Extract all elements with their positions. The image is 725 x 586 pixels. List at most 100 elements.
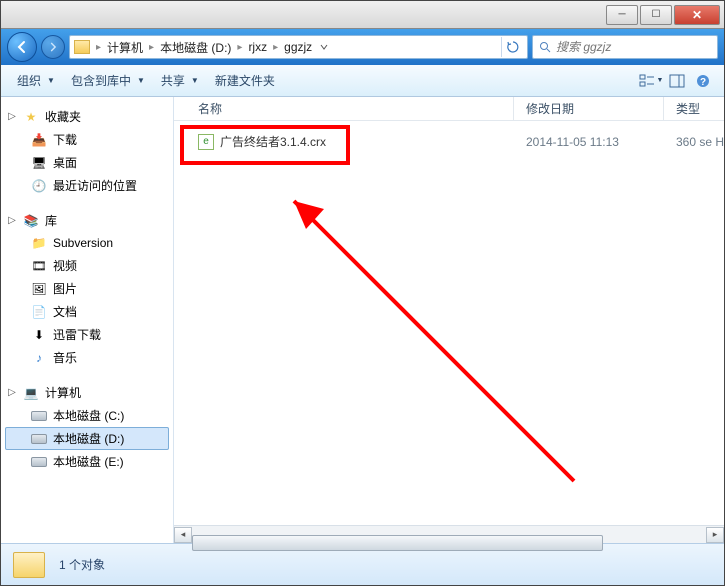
collapse-icon[interactable]: ▷ (7, 387, 17, 398)
tree-item-drive-d[interactable]: 本地磁盘 (D:) (5, 427, 169, 450)
tree-item-documents[interactable]: 📄 文档 (5, 300, 169, 323)
collapse-icon[interactable]: ▷ (7, 111, 17, 122)
computer-label: 计算机 (45, 384, 81, 401)
include-in-library-menu[interactable]: 包含到库中▼ (63, 68, 153, 93)
view-icon (639, 74, 655, 88)
disk-icon (31, 457, 47, 467)
tree-item-label: 最近访问的位置 (53, 177, 137, 194)
chevron-down-icon: ▼ (657, 77, 664, 84)
share-menu[interactable]: 共享 ▼ (153, 68, 207, 93)
computer-group: ▷ 💻 计算机 本地磁盘 (C:) 本地磁盘 (D:) 本地磁盘 (E:) (5, 381, 169, 473)
tree-item-label: 桌面 (53, 154, 77, 171)
disk-icon (31, 434, 47, 444)
folder-icon (74, 40, 90, 54)
pictures-icon: 🖼 (31, 281, 47, 297)
preview-pane-icon (669, 74, 685, 88)
organize-menu[interactable]: 组织 ▼ (9, 68, 63, 93)
library-icon: 📚 (23, 213, 39, 229)
command-toolbar: 组织 ▼ 包含到库中▼ 共享 ▼ 新建文件夹 ▼ ? (1, 65, 724, 97)
search-icon (537, 39, 552, 55)
thunder-icon: ⬇ (31, 327, 47, 343)
documents-icon: 📄 (31, 304, 47, 320)
scroll-right-button[interactable]: ▸ (706, 527, 724, 543)
search-box[interactable] (532, 35, 718, 59)
file-list-pane: 名称 修改日期 类型 e 广告终结者3.1.4.crx 2014-11-05 1… (174, 97, 724, 543)
address-bar[interactable]: ▸ 计算机 ▸ 本地磁盘 (D:) ▸ rjxz ▸ ggzjz (69, 35, 528, 59)
navigation-pane[interactable]: ▷ ★ 收藏夹 📥 下载 🖥 桌面 🕘 最近访问的位置 ▷ 📚 库 📁Subversi… (1, 97, 174, 543)
help-button[interactable]: ? (690, 70, 716, 92)
tree-item-recent[interactable]: 🕘 最近访问的位置 (5, 174, 169, 197)
chevron-down-icon: ▼ (191, 76, 199, 85)
tree-item-label: 视频 (53, 257, 77, 274)
star-icon: ★ (23, 109, 39, 125)
tree-item-downloads[interactable]: 📥 下载 (5, 128, 169, 151)
preview-pane-button[interactable] (664, 70, 690, 92)
scroll-thumb[interactable] (192, 535, 603, 551)
crx-file-icon: e (198, 134, 214, 150)
tree-item-label: 音乐 (53, 349, 77, 366)
tree-item-label: 下载 (53, 131, 77, 148)
subversion-icon: 📁 (31, 235, 47, 251)
tree-item-music[interactable]: ♪音乐 (5, 346, 169, 369)
videos-icon: 🎞 (31, 258, 47, 274)
favorites-header[interactable]: ▷ ★ 收藏夹 (5, 105, 169, 128)
tree-item-label: 本地磁盘 (D:) (53, 430, 124, 447)
recent-icon: 🕘 (31, 178, 47, 194)
file-name: 广告终结者3.1.4.crx (220, 133, 326, 150)
organize-label: 组织 (17, 72, 41, 89)
tree-item-label: 文档 (53, 303, 77, 320)
breadcrumb-segment[interactable]: rjxz (248, 40, 267, 54)
chevron-down-icon (320, 43, 328, 51)
breadcrumb-segment[interactable]: ggzjz (284, 40, 312, 54)
file-area[interactable]: e 广告终结者3.1.4.crx 2014-11-05 11:13 360 se… (174, 121, 724, 525)
computer-icon: 💻 (23, 385, 39, 401)
collapse-icon[interactable]: ▷ (7, 215, 17, 226)
column-header-date[interactable]: 修改日期 (514, 97, 664, 120)
window-maximize-button[interactable]: ☐ (640, 5, 672, 25)
svg-text:?: ? (700, 77, 706, 88)
breadcrumb-segment[interactable]: 本地磁盘 (D:) (160, 39, 231, 56)
tree-item-drive-e[interactable]: 本地磁盘 (E:) (5, 450, 169, 473)
refresh-button[interactable] (501, 37, 523, 57)
file-row[interactable]: e 广告终结者3.1.4.crx 2014-11-05 11:13 360 se… (174, 129, 724, 154)
tree-item-drive-c[interactable]: 本地磁盘 (C:) (5, 404, 169, 427)
tree-item-pictures[interactable]: 🖼图片 (5, 277, 169, 300)
refresh-icon (507, 41, 519, 53)
tree-item-videos[interactable]: 🎞 视频 (5, 254, 169, 277)
desktop-icon: 🖥 (31, 155, 47, 171)
help-icon: ? (696, 74, 710, 88)
navigation-bar: ▸ 计算机 ▸ 本地磁盘 (D:) ▸ rjxz ▸ ggzjz (1, 29, 724, 65)
library-header[interactable]: ▷ 📚 库 (5, 209, 169, 232)
column-header-row: 名称 修改日期 类型 (174, 97, 724, 121)
tree-item-label: 本地磁盘 (C:) (53, 407, 124, 424)
search-input[interactable] (556, 40, 713, 54)
downloads-icon: 📥 (31, 132, 47, 148)
favorites-label: 收藏夹 (45, 108, 81, 125)
tree-item-thunder[interactable]: ⬇ 迅雷下载 (5, 323, 169, 346)
chevron-down-icon: ▼ (47, 76, 55, 85)
maximize-icon: ☐ (652, 9, 661, 20)
window-minimize-button[interactable]: ─ (606, 5, 638, 25)
new-folder-button[interactable]: 新建文件夹 (207, 68, 283, 93)
library-group: ▷ 📚 库 📁Subversion 🎞 视频 🖼图片 📄 文档 ⬇ 迅雷下载 ♪音乐 (5, 209, 169, 369)
scroll-left-button[interactable]: ◂ (174, 527, 192, 543)
annotation-arrow-icon (264, 171, 604, 501)
computer-header[interactable]: ▷ 💻 计算机 (5, 381, 169, 404)
forward-button[interactable] (41, 35, 65, 59)
arrow-left-icon (15, 40, 29, 54)
library-label: 库 (45, 212, 57, 229)
column-header-name[interactable]: 名称 (174, 97, 514, 120)
tree-item-desktop[interactable]: 🖥 桌面 (5, 151, 169, 174)
column-header-type[interactable]: 类型 (664, 97, 724, 120)
main-area: ▷ ★ 收藏夹 📥 下载 🖥 桌面 🕘 最近访问的位置 ▷ 📚 库 📁Subversi… (1, 97, 724, 543)
chevron-down-icon: ▼ (137, 76, 145, 85)
breadcrumb-dropdown[interactable] (318, 43, 330, 51)
tree-item-label: 迅雷下载 (53, 326, 101, 343)
window-close-button[interactable]: ✕ (674, 5, 720, 25)
back-button[interactable] (7, 32, 37, 62)
breadcrumb-segment[interactable]: 计算机 (107, 39, 143, 56)
tree-item-subversion[interactable]: 📁Subversion (5, 232, 169, 254)
change-view-button[interactable]: ▼ (638, 70, 664, 92)
share-label: 共享 (161, 72, 185, 89)
horizontal-scrollbar[interactable]: ◂ ▸ (174, 525, 724, 543)
